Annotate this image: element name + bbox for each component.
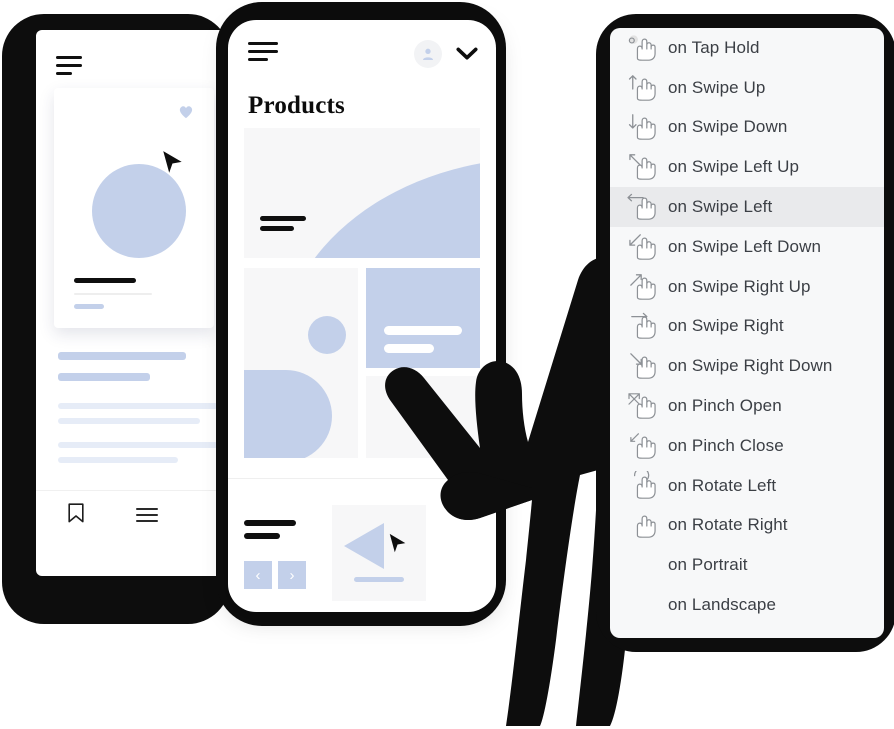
menu-item-label: on Swipe Left [668,197,773,217]
gesture-menu-panel: on Tap Hold on Swipe Up on Swipe Down on Sw… [610,28,884,638]
footer-text-bars [244,520,296,546]
menu-item-on-swipe-up[interactable]: on Swipe Up [610,68,884,108]
circle-shape [308,316,346,354]
gesture-menu-list: on Tap Hold on Swipe Up on Swipe Down on Sw… [610,28,884,625]
gesture-swipe-down-icon [624,112,668,142]
pie-circle-shape [92,164,186,258]
media-card[interactable] [332,505,426,601]
menu-item-label: on Swipe Right Down [668,356,833,376]
card-title-bar [74,278,136,283]
carousel-prev-button[interactable]: ‹ [244,561,272,589]
menu-item-on-swipe-right-up[interactable]: on Swipe Right Up [610,267,884,307]
list-bar [58,418,200,424]
list-bar [58,352,186,360]
curve-shape [280,158,480,258]
menu-item-on-pinch-close[interactable]: on Pinch Close [610,426,884,466]
no-icon [624,590,668,620]
menu-item-label: on Pinch Close [668,435,784,455]
gesture-swipe-left-down-icon [624,232,668,262]
menu-item-on-portrait[interactable]: on Portrait [610,545,884,585]
menu-item-label: on Tap Hold [668,37,760,57]
product-tile[interactable] [366,268,480,368]
gesture-swipe-right-icon [624,311,668,341]
menu-item-on-pinch-open[interactable]: on Pinch Open [610,386,884,426]
list-bar [58,373,150,381]
hamburger-icon[interactable] [56,56,82,75]
product-tile[interactable] [366,376,480,458]
blob-shape [244,370,332,458]
user-avatar-icon[interactable] [414,40,442,68]
gesture-rotate-left-icon [624,467,668,501]
menu-item-label: on Swipe Left Up [668,157,800,177]
heart-icon[interactable] [178,104,194,119]
chevron-down-icon[interactable] [456,46,478,62]
gesture-swipe-right-up-icon [624,272,668,302]
card-tag-bar [74,304,104,309]
menu-item-on-tap-hold[interactable]: on Tap Hold [610,28,884,68]
menu-item-on-landscape[interactable]: on Landscape [610,585,884,625]
bookmark-icon[interactable] [68,503,84,523]
menu-item-on-swipe-right[interactable]: on Swipe Right [610,307,884,347]
hero-banner[interactable] [244,128,480,258]
menu-item-label: on Swipe Right [668,316,784,336]
gesture-pinch-close-icon [624,431,668,461]
scene-root: Products ‹ › on Tap Hold on Swipe Up on … [0,0,894,729]
product-card[interactable] [54,88,214,328]
menu-item-on-swipe-left-up[interactable]: on Swipe Left Up [610,147,884,187]
gesture-swipe-left-up-icon [624,152,668,182]
card-sub-bar [74,293,152,295]
menu-item-on-rotate-left[interactable]: on Rotate Left [610,466,884,506]
back-phone-screen [36,30,232,576]
list-bar [58,403,218,409]
gesture-swipe-up-icon [624,73,668,103]
menu-item-label: on Pinch Open [668,396,782,416]
pointer-arrow-icon [163,151,182,173]
menu-item-label: on Swipe Right Up [668,276,811,296]
avatar [423,48,433,60]
list-bar [58,442,218,448]
media-caption-bar [354,577,404,582]
menu-item-on-rotate-right[interactable]: on Rotate Right [610,506,884,546]
gesture-rotate-right-icon [624,510,668,540]
hamburger-icon[interactable] [248,42,278,61]
gesture-tap-hold-icon [624,33,668,63]
front-phone-screen: Products ‹ › [228,20,496,612]
list-bar [58,457,178,463]
menu-item-label: on Portrait [668,555,748,575]
triangle-shape [344,523,384,569]
menu-item-on-swipe-right-down[interactable]: on Swipe Right Down [610,346,884,386]
hero-text-bars [260,216,306,236]
menu-item-label: on Swipe Down [668,117,788,137]
menu-item-label: on Swipe Up [668,77,766,97]
divider [36,490,232,491]
divider [228,478,496,479]
page-title: Products [248,92,345,119]
menu-item-label: on Landscape [668,595,777,615]
pointer-arrow-icon [389,533,406,553]
list-lines-icon[interactable] [136,508,158,522]
carousel-next-button[interactable]: › [278,561,306,589]
product-tile[interactable] [244,268,358,458]
menu-item-on-swipe-down[interactable]: on Swipe Down [610,108,884,148]
gesture-swipe-left-icon [624,192,668,222]
gesture-pinch-open-icon [624,391,668,421]
menu-item-label: on Rotate Left [668,475,777,495]
no-icon [624,550,668,580]
app-header [228,20,496,80]
gesture-swipe-right-down-icon [624,351,668,381]
menu-item-on-swipe-left[interactable]: on Swipe Left [610,187,884,227]
menu-item-label: on Swipe Left Down [668,236,821,256]
menu-item-label: on Rotate Right [668,515,788,535]
menu-item-on-swipe-left-down[interactable]: on Swipe Left Down [610,227,884,267]
